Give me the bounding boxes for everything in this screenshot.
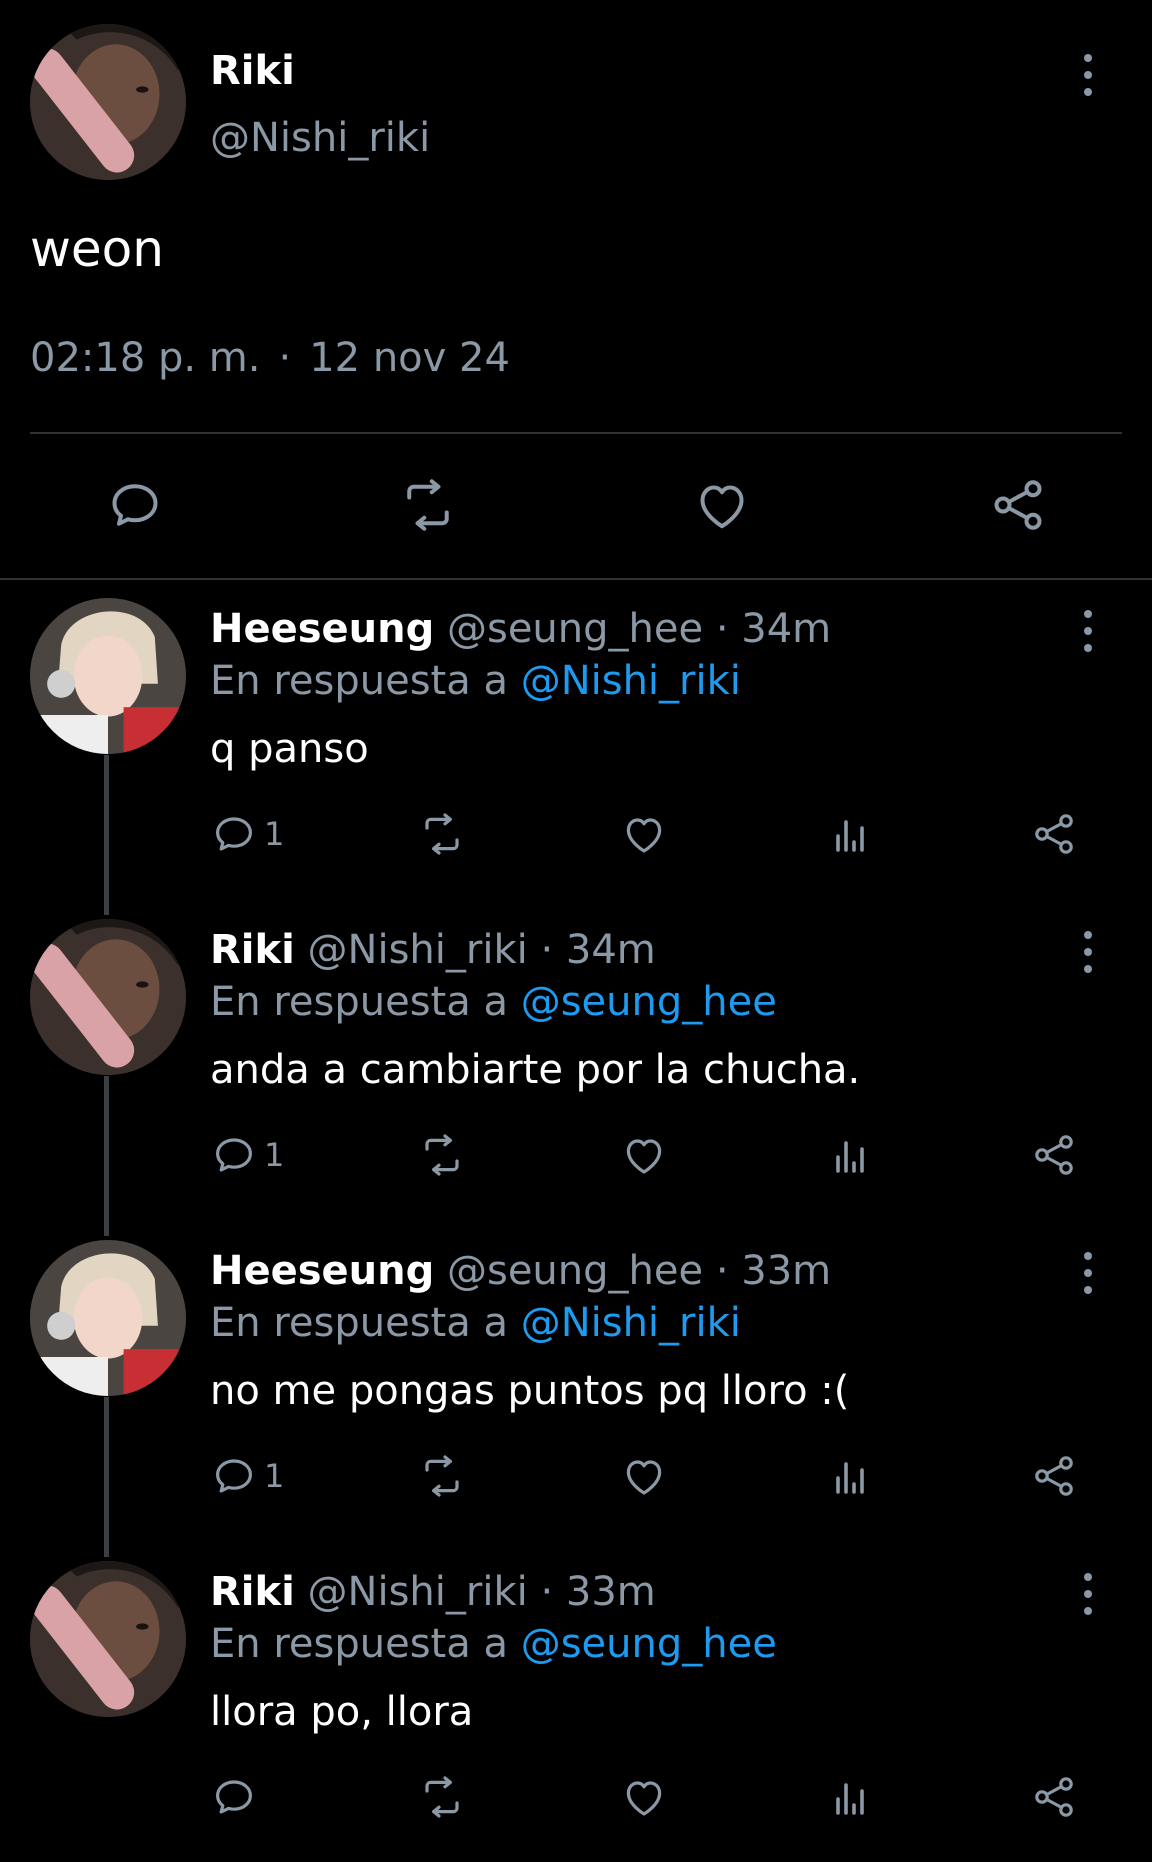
reply-tweet[interactable]: Riki @Nishi_riki · 34m En respuesta a @s… [0,899,1152,1220]
tweet-time: 02:18 p. m. [30,335,261,381]
author-name[interactable]: Riki [210,927,295,973]
reply-to-label: En respuesta a [210,979,508,1025]
tweet-date: 12 nov 24 [309,335,510,381]
retweet-icon[interactable] [418,810,466,858]
heeseung-avatar-image [30,1240,186,1396]
reply-text: q panso [210,726,369,772]
avatar[interactable] [30,24,186,180]
reply-text: no me pongas puntos pq lloro :( [210,1368,850,1414]
reply-tweet[interactable]: Riki @Nishi_riki · 33m En respuesta a @s… [0,1541,1152,1862]
reply-to-label: En respuesta a [210,658,508,704]
reply-icon[interactable] [210,1773,264,1821]
share-icon[interactable] [1030,810,1078,858]
tweet-actions [0,475,1152,535]
reply-header: Heeseung @seung_hee · 34m [210,606,831,652]
share-icon[interactable] [1030,1131,1078,1179]
reply-time: · 33m [715,1248,832,1294]
reply-tweet[interactable]: Heeseung @seung_hee · 34m En respuesta a… [0,578,1152,899]
reply-count: 1 [264,1136,285,1174]
main-tweet: Riki @Nishi_riki weon 02:18 p. m. · 12 nov… [0,0,1152,580]
riki-avatar-image [30,919,186,1075]
reply-time: · 34m [540,927,656,973]
views-icon[interactable] [826,1131,874,1179]
reply-time: · 34m [715,606,832,652]
more-options-icon[interactable] [1076,50,1100,100]
reply-to-mention[interactable]: @Nishi_riki [521,1300,741,1346]
views-icon[interactable] [826,1452,874,1500]
author-name[interactable]: Heeseung [210,1248,434,1294]
retweet-icon[interactable] [398,475,458,535]
more-options-icon[interactable] [1076,927,1100,977]
reply-icon[interactable]: 1 [210,1131,284,1179]
like-icon[interactable] [620,1452,668,1500]
avatar[interactable] [30,919,186,1075]
avatar[interactable] [30,1561,186,1717]
share-icon[interactable] [1030,1452,1078,1500]
reply-actions: 1 [0,1131,1152,1181]
riki-avatar-image [30,24,186,180]
retweet-icon[interactable] [418,1131,466,1179]
tweet-text: weon [30,220,164,278]
like-icon[interactable] [620,810,668,858]
retweet-icon[interactable] [418,1452,466,1500]
reply-actions [0,1773,1152,1823]
reply-actions: 1 [0,810,1152,860]
heeseung-avatar-image [30,598,186,754]
like-icon[interactable] [692,475,752,535]
author-handle[interactable]: @Nishi_riki [308,1569,528,1615]
share-icon[interactable] [1030,1773,1078,1821]
more-options-icon[interactable] [1076,1569,1100,1619]
reply-to-mention[interactable]: @seung_hee [521,979,777,1025]
meta-separator: · [278,335,292,381]
author-name[interactable]: Riki [210,48,295,94]
like-icon[interactable] [620,1131,668,1179]
reply-count: 1 [264,815,285,853]
views-icon[interactable] [826,1773,874,1821]
reply-context: En respuesta a @seung_hee [210,979,777,1025]
reply-text: llora po, llora [210,1689,474,1735]
author-handle[interactable]: @Nishi_riki [308,927,528,973]
reply-to-mention[interactable]: @seung_hee [521,1621,777,1667]
reply-time: · 33m [540,1569,656,1615]
reply-context: En respuesta a @seung_hee [210,1621,777,1667]
like-icon[interactable] [620,1773,668,1821]
retweet-icon[interactable] [418,1773,466,1821]
reply-header: Riki @Nishi_riki · 34m [210,927,656,973]
author-name[interactable]: Heeseung [210,606,434,652]
author-name[interactable]: Riki [210,1569,295,1615]
reply-header: Heeseung @seung_hee · 33m [210,1248,831,1294]
author-handle[interactable]: @seung_hee [447,606,703,652]
reply-icon[interactable]: 1 [210,810,284,858]
reply-icon[interactable]: 1 [210,1452,284,1500]
tweet-timestamp: 02:18 p. m. · 12 nov 24 [30,335,510,381]
avatar[interactable] [30,1240,186,1396]
reply-header: Riki @Nishi_riki · 33m [210,1569,656,1615]
reply-count: 1 [264,1457,285,1495]
views-icon[interactable] [826,810,874,858]
reply-context: En respuesta a @Nishi_riki [210,1300,741,1346]
reply-icon[interactable] [105,475,165,535]
reply-to-label: En respuesta a [210,1621,508,1667]
reply-to-label: En respuesta a [210,1300,508,1346]
reply-tweet[interactable]: Heeseung @seung_hee · 33m En respuesta a… [0,1220,1152,1541]
reply-text: anda a cambiarte por la chucha. [210,1047,861,1093]
author-handle[interactable]: @Nishi_riki [210,115,430,161]
divider [30,432,1122,434]
more-options-icon[interactable] [1076,606,1100,656]
riki-avatar-image [30,1561,186,1717]
more-options-icon[interactable] [1076,1248,1100,1298]
share-icon[interactable] [988,475,1048,535]
avatar[interactable] [30,598,186,754]
reply-context: En respuesta a @Nishi_riki [210,658,741,704]
reply-to-mention[interactable]: @Nishi_riki [521,658,741,704]
reply-actions: 1 [0,1452,1152,1502]
author-handle[interactable]: @seung_hee [447,1248,703,1294]
